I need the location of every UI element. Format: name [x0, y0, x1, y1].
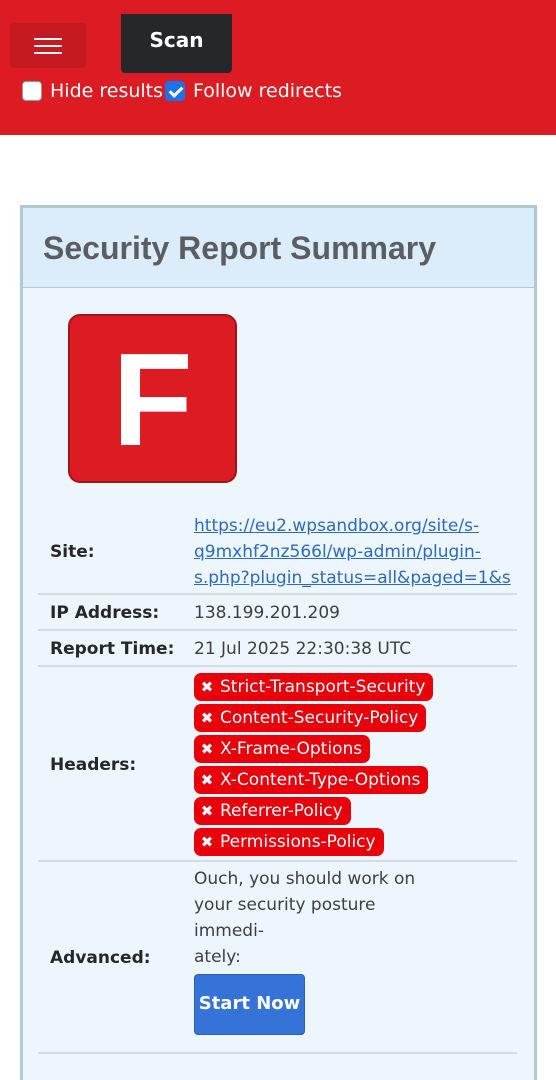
follow-redirects-label: Follow redirects — [193, 80, 342, 102]
card-header: Security Report Summary — [23, 208, 534, 288]
follow-redirects-option[interactable]: Follow redirects — [165, 79, 342, 103]
security-report-card: Security Report Summary F Site: https://… — [20, 205, 537, 1080]
report-title: Security Report Summary — [43, 230, 437, 266]
ip-address-value: 138.199.201.209 — [194, 603, 341, 623]
x-mark-icon: ✖ — [200, 678, 214, 696]
header-badge-permissions-policy: ✖ Permissions-Policy — [194, 828, 384, 856]
site-url-link[interactable]: https://eu2.wpsandbox.org/site/s- q9mxhf… — [194, 513, 511, 591]
grade-letter: F — [112, 326, 193, 473]
header-badge-x-frame-options: ✖ X-Frame-Options — [194, 735, 371, 763]
scan-button[interactable]: Scan — [121, 14, 232, 73]
grade-badge: F — [68, 314, 237, 483]
site-label: Site: — [50, 542, 95, 562]
x-mark-icon: ✖ — [200, 833, 214, 851]
menu-button[interactable] — [10, 23, 86, 68]
advanced-row: Advanced: Ouch, you should work on your … — [38, 864, 517, 1054]
report-time-value: 21 Jul 2025 22:30:38 UTC — [194, 639, 412, 659]
follow-redirects-checkbox[interactable] — [165, 81, 185, 101]
hide-results-label: Hide results — [50, 80, 164, 102]
hide-results-checkbox[interactable] — [22, 81, 42, 101]
top-bar: Scan Hide results Follow redirects — [0, 0, 556, 135]
hide-results-option[interactable]: Hide results — [22, 79, 163, 103]
x-mark-icon: ✖ — [200, 709, 214, 727]
headers-label: Headers: — [50, 755, 137, 775]
headers-row: Headers: ✖ Strict-Transport-Security ✖ Con… — [38, 669, 517, 862]
start-now-button[interactable]: Start Now — [194, 974, 305, 1035]
advanced-label: Advanced: — [50, 948, 151, 968]
report-time-label: Report Time: — [50, 639, 175, 659]
header-badge-referrer-policy: ✖ Referrer-Policy — [194, 797, 351, 825]
header-badge-strict-transport-security: ✖ Strict-Transport-Security — [194, 673, 434, 701]
x-mark-icon: ✖ — [200, 740, 214, 758]
report-time-row: Report Time: 21 Jul 2025 22:30:38 UTC — [38, 633, 517, 667]
header-badge-x-content-type-options: ✖ X-Content-Type-Options — [194, 766, 429, 794]
ip-address-row: IP Address: 138.199.201.209 — [38, 597, 517, 631]
site-row: Site: https://eu2.wpsandbox.org/site/s- … — [38, 508, 517, 595]
header-badges: ✖ Strict-Transport-Security ✖ Content-Secu… — [194, 673, 434, 859]
ip-address-label: IP Address: — [50, 603, 160, 623]
x-mark-icon: ✖ — [200, 802, 214, 820]
header-badge-content-security-policy: ✖ Content-Security-Policy — [194, 704, 427, 732]
x-mark-icon: ✖ — [200, 771, 214, 789]
advanced-message: Ouch, you should work on your security p… — [194, 869, 416, 967]
